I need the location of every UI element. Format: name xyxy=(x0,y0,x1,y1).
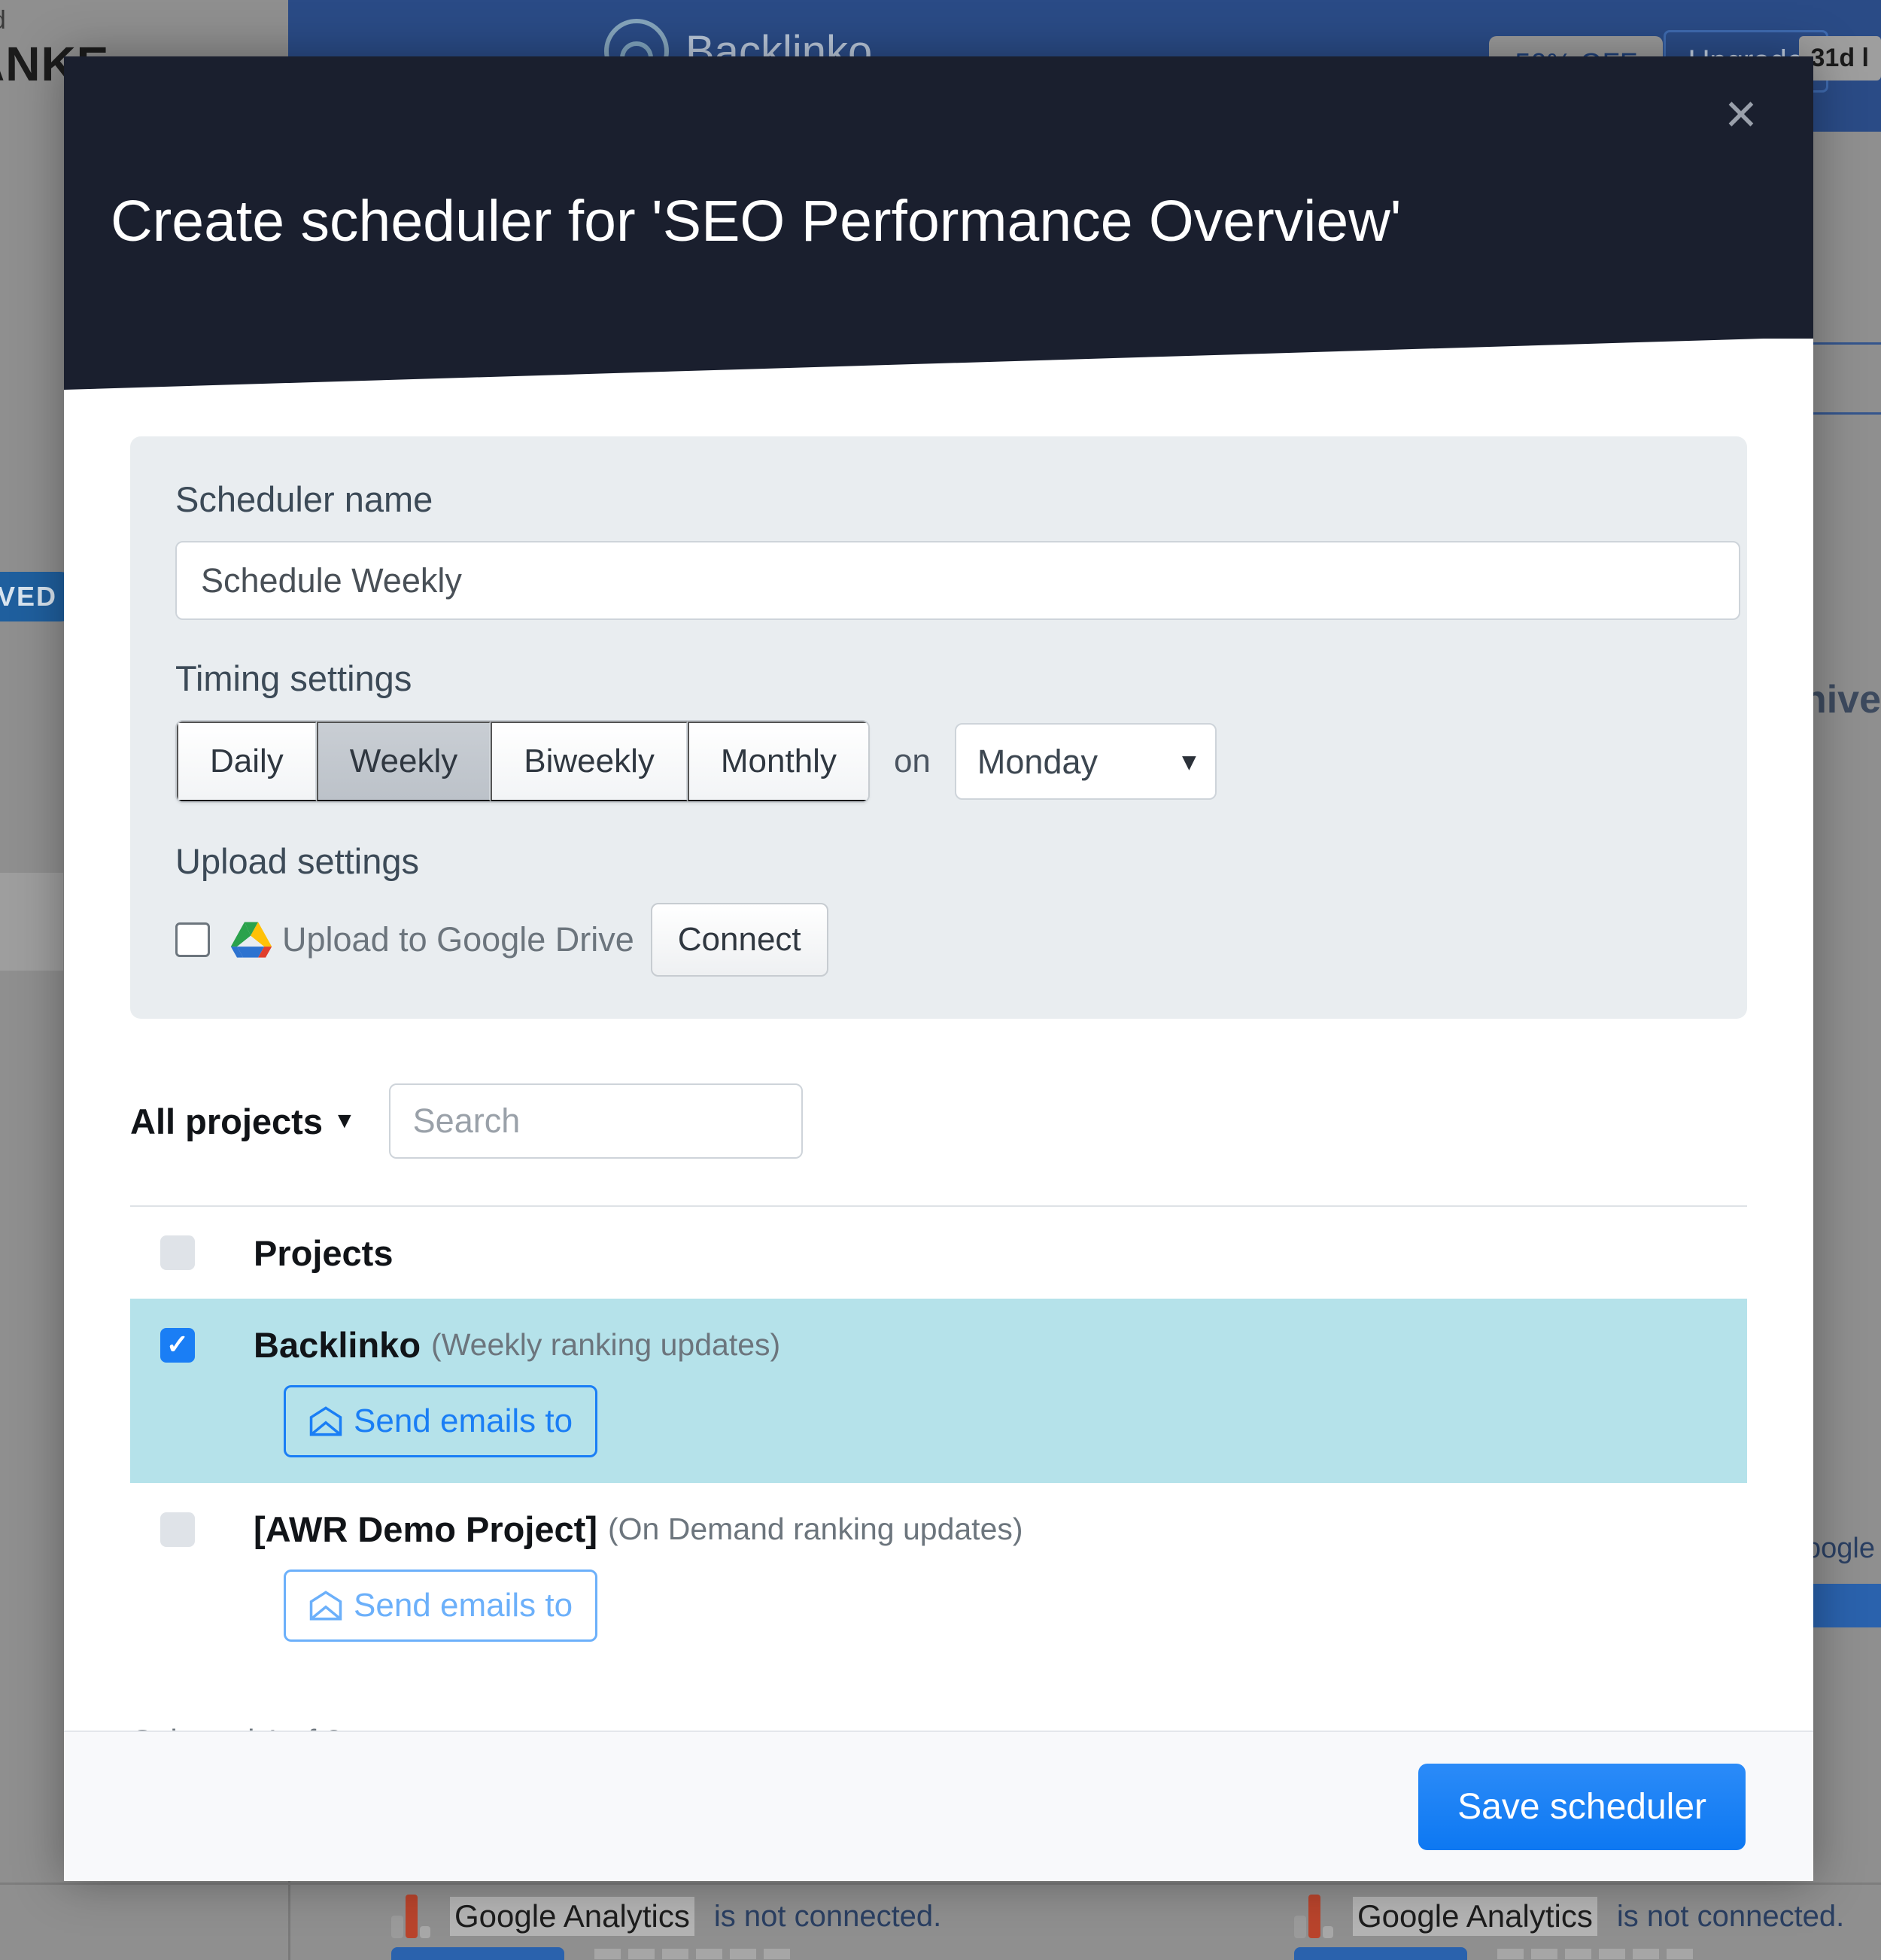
background-google-line1: oogle xyxy=(1805,1533,1875,1564)
modal-footer: Save scheduler xyxy=(64,1731,1813,1881)
connect-analytics-button-2[interactable] xyxy=(1294,1947,1467,1960)
background-horizontal-divider xyxy=(0,1883,1881,1885)
project-row-main: [AWR Demo Project] (On Demand ranking up… xyxy=(160,1509,1747,1550)
all-projects-label: All projects xyxy=(130,1101,323,1141)
upload-to-drive-checkbox[interactable] xyxy=(175,922,210,957)
on-label: on xyxy=(893,743,931,779)
table-row[interactable]: Backlinko (Weekly ranking updates) Send … xyxy=(130,1299,1747,1483)
connect-drive-button[interactable]: Connect xyxy=(650,903,828,977)
upload-settings-row: Upload to Google Drive Connect xyxy=(175,903,1702,977)
background-dots-1 xyxy=(594,1949,790,1959)
background-left-subtitle: ed xyxy=(0,6,6,35)
google-analytics-icon xyxy=(391,1895,430,1938)
scheduler-name-label: Scheduler name xyxy=(175,479,433,519)
frequency-button-group: Daily Weekly Biweekly Monthly xyxy=(175,720,870,803)
timing-settings-row: Daily Weekly Biweekly Monthly on Monday … xyxy=(175,720,1702,803)
google-drive-icon xyxy=(230,922,272,958)
selected-count: Selected 1 of 2 xyxy=(130,1723,1747,1731)
google-analytics-message-2: is not connected. xyxy=(1616,1899,1845,1933)
google-analytics-notice: Google Analytics is not connected. xyxy=(391,1895,941,1938)
frequency-option-monthly[interactable]: Monthly xyxy=(687,722,868,801)
projects-toolbar: All projects ▼ xyxy=(130,1083,1747,1159)
upload-settings-label: Upload settings xyxy=(175,841,419,881)
google-analytics-label-2: Google Analytics xyxy=(1353,1897,1597,1936)
background-dots-2 xyxy=(1497,1949,1693,1959)
send-emails-label: Send emails to xyxy=(354,1587,573,1624)
send-emails-button-awr-demo[interactable]: Send emails to xyxy=(284,1570,598,1642)
modal-title: Create scheduler for 'SEO Performance Ov… xyxy=(111,189,1402,254)
connect-analytics-button-1[interactable] xyxy=(391,1947,564,1960)
close-icon[interactable]: ✕ xyxy=(1714,88,1768,142)
projects-column-header: Projects xyxy=(254,1232,394,1273)
frequency-option-biweekly[interactable]: Biweekly xyxy=(491,722,688,801)
table-row[interactable]: [AWR Demo Project] (On Demand ranking up… xyxy=(130,1483,1747,1667)
background-blue-button[interactable] xyxy=(1813,1584,1881,1627)
envelope-icon xyxy=(309,1591,342,1621)
create-scheduler-modal: Create scheduler for 'SEO Performance Ov… xyxy=(64,56,1813,1881)
projects-header-row: Projects xyxy=(130,1207,1747,1299)
google-analytics-notice-2: Google Analytics is not connected. xyxy=(1294,1895,1844,1938)
modal-body: Scheduler name Timing settings Daily Wee… xyxy=(64,339,1813,1731)
google-analytics-icon-2 xyxy=(1294,1895,1333,1938)
day-of-week-select[interactable]: Monday xyxy=(954,723,1217,800)
all-projects-dropdown[interactable]: All projects ▼ xyxy=(130,1101,356,1142)
envelope-icon xyxy=(309,1406,342,1436)
project-name: [AWR Demo Project] xyxy=(254,1509,597,1549)
scheduler-name-input[interactable] xyxy=(175,541,1740,620)
modal-header: Create scheduler for 'SEO Performance Ov… xyxy=(64,56,1813,339)
google-analytics-message: is not connected. xyxy=(713,1899,942,1933)
google-analytics-label: Google Analytics xyxy=(450,1897,694,1936)
send-emails-label: Send emails to xyxy=(354,1402,573,1439)
project-row-main: Backlinko (Weekly ranking updates) xyxy=(160,1324,1747,1366)
settings-panel: Scheduler name Timing settings Daily Wee… xyxy=(130,436,1747,1019)
project-name: Backlinko xyxy=(254,1325,421,1365)
select-all-projects-checkbox[interactable] xyxy=(160,1235,195,1270)
timing-settings-label: Timing settings xyxy=(175,658,412,698)
chevron-down-icon: ▼ xyxy=(333,1108,356,1133)
project-checkbox-awr-demo[interactable] xyxy=(160,1512,195,1547)
frequency-option-daily[interactable]: Daily xyxy=(177,722,317,801)
project-update-frequency: (Weekly ranking updates) xyxy=(431,1327,781,1362)
save-scheduler-button[interactable]: Save scheduler xyxy=(1418,1763,1746,1850)
day-select-wrapper: Monday ▾ xyxy=(954,723,1217,800)
send-emails-button-backlinko[interactable]: Send emails to xyxy=(284,1385,598,1457)
search-input[interactable] xyxy=(388,1083,803,1159)
project-update-frequency: (On Demand ranking updates) xyxy=(608,1512,1023,1546)
project-checkbox-backlinko[interactable] xyxy=(160,1327,195,1363)
background-side-panel xyxy=(0,873,63,971)
upload-to-drive-label: Upload to Google Drive xyxy=(282,920,634,959)
frequency-option-weekly[interactable]: Weekly xyxy=(316,722,491,801)
